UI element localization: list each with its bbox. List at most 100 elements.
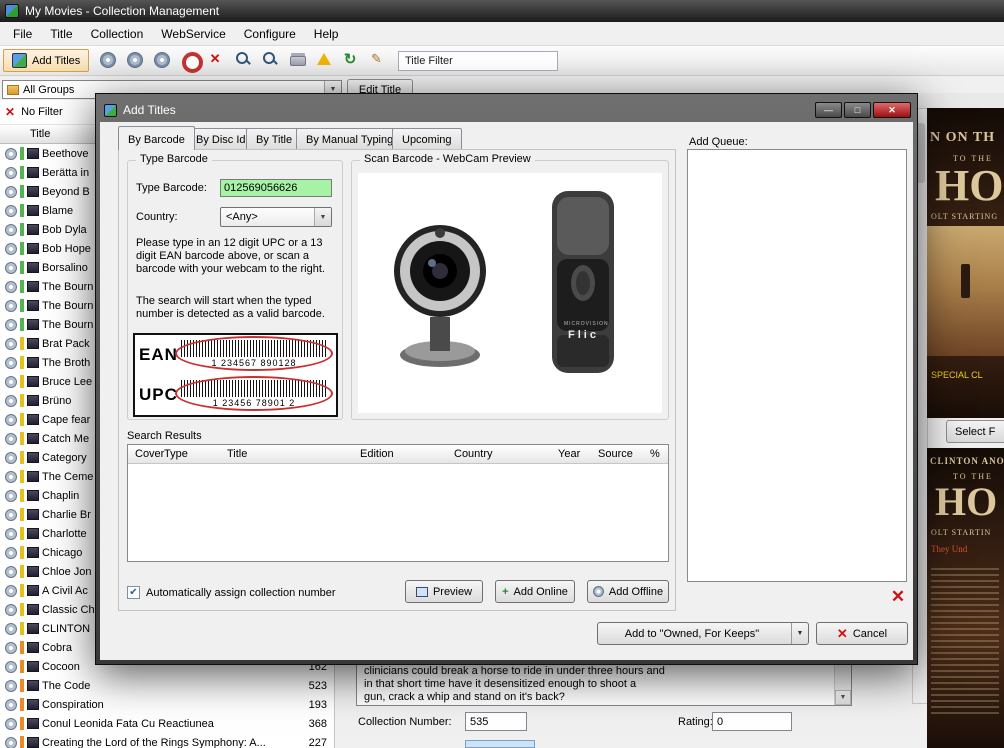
title-column-header[interactable]: Title [30, 128, 50, 140]
film-icon [27, 680, 39, 691]
wand-icon[interactable] [368, 49, 388, 69]
auto-assign-checkbox-row[interactable]: ✔ Automatically assign collection number [127, 586, 336, 599]
group-label: Type Barcode [136, 153, 212, 165]
film-icon [27, 338, 39, 349]
scroll-down-icon[interactable]: ▼ [835, 690, 851, 705]
list-item[interactable]: Conspiration 193 [0, 695, 334, 714]
cover-text: SPECIAL CL [931, 370, 983, 380]
country-combo[interactable]: <Any> ▼ [220, 207, 332, 227]
checkbox-checked[interactable]: ✔ [127, 586, 140, 599]
warning-icon[interactable] [314, 49, 334, 69]
menu-item[interactable]: Help [305, 24, 348, 44]
list-item[interactable]: Conul Leonida Fata Cu Reactiunea 368 [0, 714, 334, 733]
dialog-titlebar[interactable]: Add Titles — □ ✕ [100, 98, 913, 122]
preview-button[interactable]: Preview [405, 580, 483, 603]
export-disc-icon[interactable] [124, 49, 144, 69]
window-titlebar[interactable]: My Movies - Collection Management [0, 0, 1004, 22]
status-bar [20, 318, 24, 331]
country-value: <Any> [226, 211, 258, 223]
import-disc-icon[interactable] [151, 49, 171, 69]
film-icon [27, 490, 39, 501]
col-year[interactable]: Year [558, 448, 580, 460]
disc-icon [5, 566, 17, 578]
record-icon[interactable] [179, 49, 199, 69]
group-icon [7, 85, 19, 95]
cover-art-top: N ON TH TO THE HO OLT STARTING SPECIAL C… [927, 108, 1004, 418]
tab-by-title[interactable]: By Title [246, 128, 302, 150]
add-offline-button[interactable]: Add Offline [587, 580, 669, 603]
film-icon [27, 623, 39, 634]
select-file-button[interactable]: Select F [946, 420, 1004, 443]
col-cover[interactable]: Cover [135, 448, 164, 460]
delete-icon[interactable] [206, 49, 226, 69]
minimize-button[interactable]: — [815, 102, 842, 118]
add-titles-icon [12, 53, 27, 68]
film-icon [27, 604, 39, 615]
disc-icon [5, 167, 17, 179]
film-icon [27, 319, 39, 330]
disc-icon [5, 490, 17, 502]
tab-by-barcode[interactable]: By Barcode [118, 126, 195, 150]
refresh-icon[interactable] [341, 49, 361, 69]
tab-by-manual-typing[interactable]: By Manual Typing [296, 128, 403, 150]
print-icon[interactable] [287, 49, 307, 69]
list-item[interactable]: The Code 523 [0, 676, 334, 695]
dialog-icon [104, 104, 117, 117]
barcode-input[interactable] [220, 179, 332, 197]
add-online-button[interactable]: + Add Online [495, 580, 575, 603]
tab-upcoming[interactable]: Upcoming [392, 128, 462, 150]
status-bar [20, 147, 24, 160]
cancel-button[interactable]: ✕ Cancel [816, 622, 908, 645]
film-icon [27, 186, 39, 197]
search-results-list[interactable]: Cover Type Title Edition Country Year So… [127, 444, 669, 562]
menu-item[interactable]: Title [41, 24, 81, 44]
disc-icon [5, 642, 17, 654]
col-edition[interactable]: Edition [360, 448, 394, 460]
col-percent[interactable]: % [650, 448, 660, 460]
col-title[interactable]: Title [227, 448, 247, 460]
film-icon [27, 376, 39, 387]
search-results-label: Search Results [127, 430, 202, 442]
collection-number-input[interactable] [465, 712, 527, 731]
chevron-down-icon[interactable]: ▼ [791, 623, 808, 644]
webcam-brand-text: MICROSOFT [416, 361, 455, 367]
filter-label: No Filter [21, 106, 63, 118]
close-button[interactable]: ✕ [873, 102, 911, 118]
film-icon [27, 528, 39, 539]
add-titles-button[interactable]: Add Titles [3, 49, 89, 72]
disc-icon [5, 262, 17, 274]
partial-dropdown[interactable] [465, 740, 535, 748]
zoom-out-icon[interactable] [260, 49, 280, 69]
copy-disc-icon[interactable] [97, 49, 117, 69]
webcam-preview-area: MICROSOFT MICROVISION Flic [358, 173, 662, 413]
col-country[interactable]: Country [454, 448, 493, 460]
menu-item[interactable]: Configure [235, 24, 305, 44]
zoom-in-icon[interactable] [233, 49, 253, 69]
description-line: in that short time have it desensitized … [364, 678, 636, 690]
remove-from-queue-button[interactable]: ✕ [887, 586, 909, 608]
cover-text: HO [935, 478, 997, 525]
menu-item[interactable]: File [4, 24, 41, 44]
status-bar [20, 432, 24, 445]
cancel-label: Cancel [853, 628, 887, 640]
disc-icon [5, 604, 17, 616]
rating-input[interactable] [712, 712, 792, 731]
col-source[interactable]: Source [598, 448, 633, 460]
maximize-button[interactable]: □ [844, 102, 871, 118]
chevron-down-icon[interactable]: ▼ [314, 208, 331, 226]
disc-icon [5, 509, 17, 521]
barcode-illustration: EAN 1 234567 890128 UPC 1 23456 78901 2 [133, 333, 338, 417]
col-type[interactable]: Type [164, 448, 188, 460]
status-bar [20, 280, 24, 293]
film-icon [27, 148, 39, 159]
menu-item[interactable]: WebService [152, 24, 234, 44]
menu-item[interactable]: Collection [82, 24, 153, 44]
add-to-collection-button[interactable]: Add to "Owned, For Keeps" ▼ [597, 622, 809, 645]
add-queue-list[interactable] [687, 149, 907, 582]
status-bar [20, 451, 24, 464]
clear-filter-icon[interactable]: ✕ [5, 105, 15, 119]
title-filter-box[interactable]: Title Filter [398, 51, 558, 71]
status-bar [20, 603, 24, 616]
film-icon [27, 357, 39, 368]
list-item[interactable]: Creating the Lord of the Rings Symphony:… [0, 733, 334, 748]
